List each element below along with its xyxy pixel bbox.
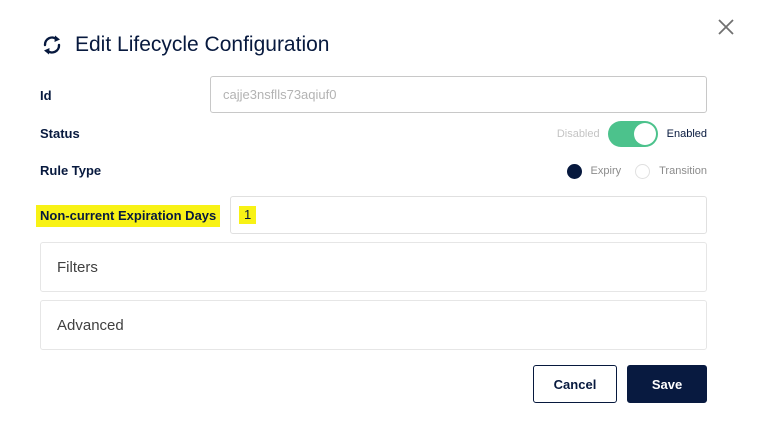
rule-type-label: Rule Type [40, 163, 102, 178]
status-toggle[interactable] [607, 121, 658, 147]
radio-transition-label: Transition [659, 165, 707, 177]
id-label: Id [40, 88, 52, 103]
rule-type-radio-group: Expiry Transition [540, 162, 707, 180]
radio-expiry-label: Expiry [590, 165, 622, 177]
lifecycle-refresh-icon [40, 33, 64, 57]
noncurrent-expiration-days-label: Non-current Expiration Days [36, 205, 221, 227]
dialog-title: Edit Lifecycle Configuration [75, 33, 330, 56]
dialog-header: Edit Lifecycle Configuration [40, 31, 329, 59]
noncurrent-expiration-days-value: 1 [239, 206, 257, 224]
close-icon [718, 19, 734, 35]
noncurrent-expiration-days-input[interactable]: 1 [230, 196, 707, 234]
radio-expiry[interactable] [566, 163, 582, 179]
status-label: Status [40, 126, 80, 141]
radio-transition[interactable] [635, 163, 651, 179]
toggle-knob [633, 123, 656, 145]
status-toggle-group: Disabled Enabled [520, 121, 707, 147]
filters-section[interactable]: Filters [40, 242, 707, 292]
status-disabled-label: Disabled [556, 128, 600, 140]
save-button[interactable]: Save [627, 365, 707, 403]
cancel-button[interactable]: Cancel [533, 365, 617, 403]
id-field[interactable] [210, 76, 707, 113]
advanced-section-title: Advanced [57, 316, 124, 334]
filters-section-title: Filters [57, 258, 98, 276]
close-button[interactable] [716, 17, 736, 37]
advanced-section[interactable]: Advanced [40, 300, 707, 350]
status-enabled-label: Enabled [666, 128, 707, 140]
